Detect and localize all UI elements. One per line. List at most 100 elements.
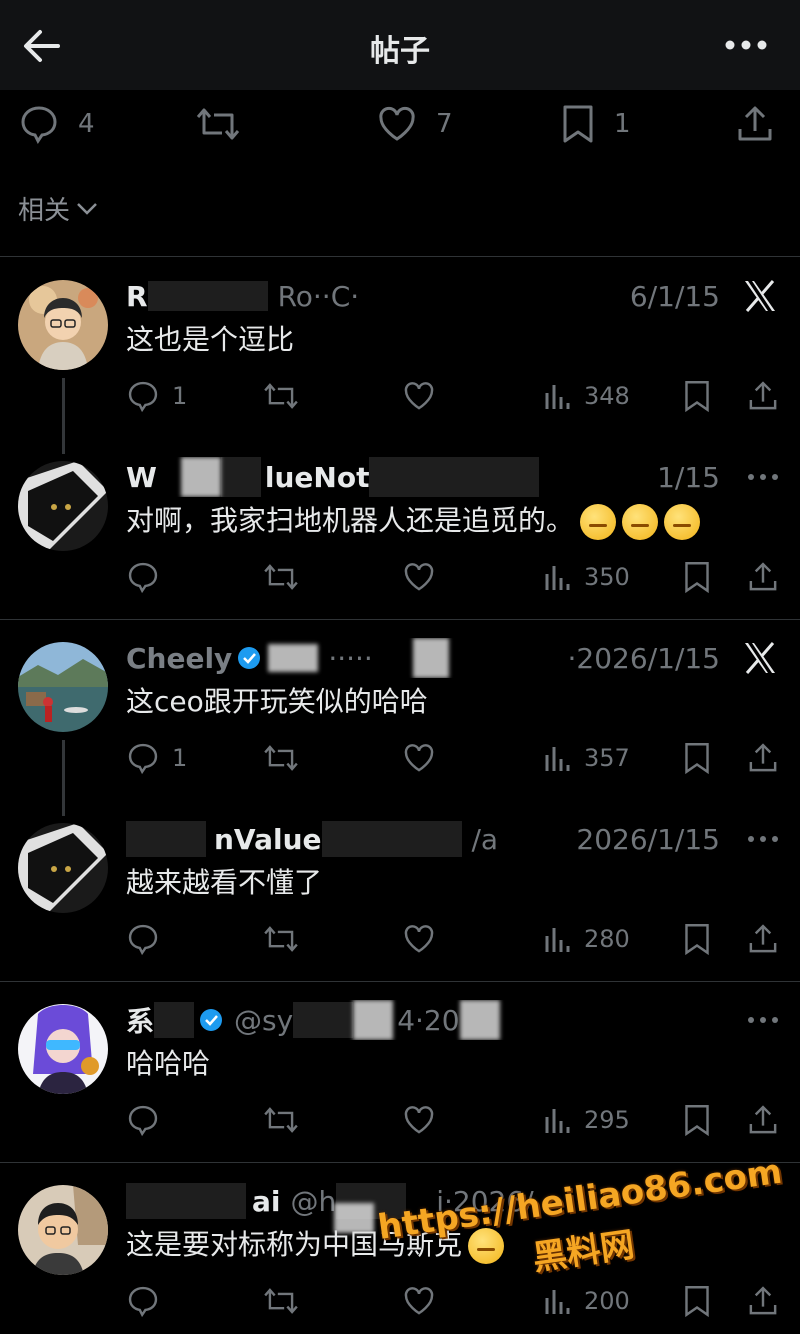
views-button[interactable]: 280 — [542, 919, 630, 959]
bookmark-button[interactable] — [682, 1281, 712, 1321]
reply-button[interactable]: 4 — [18, 96, 95, 152]
more-options-icon[interactable] — [746, 829, 780, 849]
retweet-button[interactable] — [194, 96, 242, 152]
avatar[interactable] — [18, 461, 108, 551]
sleepy-face-emoji-icon — [580, 504, 617, 540]
bookmark-button[interactable] — [682, 919, 712, 959]
share-icon — [749, 1105, 777, 1134]
bookmark-icon — [685, 1105, 709, 1137]
engagement-bar: 4 7 1 — [0, 96, 800, 156]
views-button[interactable]: 350 — [542, 557, 630, 597]
display-name[interactable]: W — [126, 461, 157, 494]
bookmark-button[interactable] — [682, 738, 712, 778]
bar-chart-icon — [545, 928, 570, 952]
retweet-button[interactable] — [262, 376, 300, 416]
avatar[interactable] — [18, 642, 108, 732]
avatar[interactable] — [18, 1185, 108, 1275]
avatar[interactable] — [18, 280, 108, 370]
display-name[interactable]: ai — [252, 1185, 281, 1218]
post-text: 这也是个逗比 — [126, 323, 295, 356]
x-logo-icon[interactable] — [742, 278, 778, 314]
share-button[interactable] — [746, 1281, 780, 1321]
handle: @h — [290, 1184, 337, 1218]
bookmark-button[interactable] — [682, 1100, 712, 1140]
retweet-icon — [264, 383, 298, 409]
bar-chart-icon — [545, 1290, 570, 1314]
like-button[interactable] — [402, 1281, 436, 1321]
like-button[interactable]: 7 — [376, 96, 453, 152]
retweet-icon — [264, 926, 298, 952]
bookmark-icon — [685, 743, 709, 775]
views-button[interactable]: 200 — [542, 1281, 630, 1321]
redacted-block — [126, 821, 206, 857]
related-dropdown[interactable]: 相关 — [18, 188, 100, 228]
reply-post[interactable]: 系 @sy 4·20 哈哈哈 295 — [0, 982, 800, 1163]
smiling-face-emoji-icon — [468, 1228, 505, 1264]
display-name[interactable]: Cheely — [126, 642, 232, 675]
share-button[interactable] — [746, 919, 780, 959]
more-options-icon[interactable] — [722, 30, 770, 60]
post-meta: 系 @sy 4·20 — [126, 1000, 720, 1040]
reply-post[interactable]: Cheely ····· ·2026/1/15 这ceo跟开玩笑似的哈哈 1 3… — [0, 620, 800, 816]
share-button[interactable] — [746, 738, 780, 778]
reply-button[interactable] — [126, 1100, 172, 1140]
display-name[interactable]: nValue — [214, 823, 322, 856]
reply-post[interactable]: R Ro··C· 6/1/15 这也是个逗比 1 348 — [0, 258, 800, 454]
bookmark-button[interactable] — [682, 557, 712, 597]
retweet-button[interactable] — [262, 919, 300, 959]
reply-post[interactable]: ai @h i·2026/ 这是要对标称为中国马斯克 200 — [0, 1163, 800, 1334]
views-button[interactable]: 295 — [542, 1100, 630, 1140]
reply-post[interactable]: W lueNot 1/15 对啊，我家扫地机器人还是追觅的。 350 — [0, 439, 800, 620]
like-button[interactable] — [402, 557, 436, 597]
reply-icon — [128, 924, 158, 956]
reply-button[interactable]: 1 — [126, 376, 187, 416]
share-button[interactable] — [734, 96, 776, 152]
redacted-block — [321, 821, 462, 857]
redacted-block — [412, 638, 449, 678]
reply-button[interactable]: 1 — [126, 738, 187, 778]
reply-button[interactable] — [126, 557, 172, 597]
view-count: 280 — [584, 925, 630, 953]
views-button[interactable]: 348 — [542, 376, 630, 416]
bookmark-icon — [685, 381, 709, 413]
retweet-button[interactable] — [262, 1281, 300, 1321]
more-options-icon[interactable] — [746, 1010, 780, 1030]
reply-button[interactable] — [126, 1281, 172, 1321]
bookmark-button[interactable] — [682, 376, 712, 416]
retweet-button[interactable] — [262, 738, 300, 778]
bookmark-count: 1 — [614, 109, 631, 139]
back-arrow-icon[interactable] — [18, 22, 66, 70]
heart-icon — [404, 1106, 434, 1134]
reply-count: 1 — [172, 744, 188, 772]
reply-button[interactable] — [126, 919, 172, 959]
display-name[interactable]: R — [126, 280, 148, 313]
retweet-button[interactable] — [262, 1100, 300, 1140]
x-logo-icon[interactable] — [742, 640, 778, 676]
share-button[interactable] — [746, 376, 780, 416]
retweet-icon — [264, 1107, 298, 1133]
like-button[interactable] — [402, 919, 436, 959]
post-actions: 1 348 — [126, 376, 786, 416]
share-button[interactable] — [746, 1100, 780, 1140]
redacted-block — [268, 644, 319, 672]
bookmark-button[interactable]: 1 — [560, 96, 631, 152]
reply-post[interactable]: nValue /a 2026/1/15 越来越看不懂了 280 — [0, 801, 800, 982]
avatar[interactable] — [18, 1004, 108, 1094]
handle: @sy — [234, 1003, 294, 1037]
retweet-icon — [196, 108, 240, 140]
display-name[interactable]: 系 — [126, 1000, 154, 1040]
related-label: 相关 — [18, 195, 71, 226]
views-button[interactable]: 357 — [542, 738, 630, 778]
heart-icon — [379, 106, 415, 141]
avatar[interactable] — [18, 823, 108, 913]
post-meta: ai @h i·2026/ — [126, 1181, 720, 1221]
like-button[interactable] — [402, 376, 436, 416]
like-button[interactable] — [402, 1100, 436, 1140]
like-button[interactable] — [402, 738, 436, 778]
like-count: 7 — [436, 109, 453, 139]
retweet-button[interactable] — [262, 557, 300, 597]
post-actions: 1 357 — [126, 738, 786, 778]
divider — [0, 256, 800, 257]
share-button[interactable] — [746, 557, 780, 597]
more-options-icon[interactable] — [746, 467, 780, 487]
